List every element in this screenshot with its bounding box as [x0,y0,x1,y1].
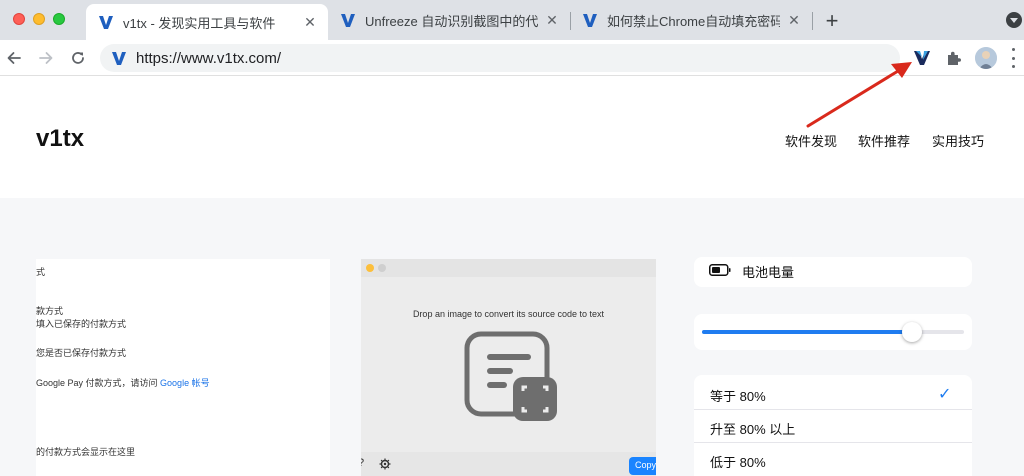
thumbnail-text: 的付款方式会显示在这里 [36,447,136,457]
google-pay-text: Google Pay 付款方式，请访问 [36,378,161,388]
copy-button: Copy [629,457,656,475]
forward-arrow-icon[interactable] [34,46,58,70]
battery-panel: 电池电量 [694,257,972,287]
tab-separator [812,12,813,30]
v1tx-logo-icon [111,50,127,66]
post-list: 式 款方式 填入已保存的付款方式 您是否已保存付款方式 Google Pay 付… [0,198,1024,476]
thumbnail-text: 填入已保存的付款方式 [36,319,127,329]
v1tx-logo-icon [582,12,598,28]
help-icon: ? [361,457,364,469]
drop-instruction: Drop an image to convert its source code… [412,309,605,319]
address-bar[interactable]: https://www.v1tx.com/ [100,44,900,72]
tab-chrome-autofill[interactable]: 如何禁止Chrome自动填充密码、 ✕ [570,0,812,40]
address-url[interactable]: https://www.v1tx.com/ [136,50,281,67]
minimize-window-button[interactable] [33,13,45,25]
battery-label: 电池电量 [742,265,795,280]
tab-strip: v1tx - 发现实用工具与软件 ✕ Unfreeze 自动识别截图中的代码 ✕… [0,0,1024,40]
post-thumbnail-payment-settings[interactable]: 式 款方式 填入已保存的付款方式 您是否已保存付款方式 Google Pay 付… [36,259,330,476]
tab-title: 如何禁止Chrome自动填充密码、 [607,13,780,29]
slider-fill [702,330,912,334]
option-label: 升至 80% 以上 [710,422,796,437]
v1tx-extension-icon[interactable] [911,47,933,69]
tab-unfreeze[interactable]: Unfreeze 自动识别截图中的代码 ✕ [328,0,570,40]
option-equal-80: 等于 80% ✓ [694,377,972,410]
tab-title: v1tx - 发现实用工具与软件 [123,15,276,31]
close-window-button[interactable] [13,13,25,25]
charge-slider [702,330,964,334]
nav-software-recommend[interactable]: 软件推荐 [858,131,910,150]
tab-search-chevron-icon[interactable] [1006,12,1022,28]
browser-toolbar: https://www.v1tx.com/ [0,40,1024,76]
tab-title: Unfreeze 自动识别截图中的代码 [365,13,538,29]
reload-icon[interactable] [66,46,90,70]
battery-icon [709,264,731,276]
tab-close-icon[interactable]: ✕ [544,12,560,28]
thumbnail-text: 您是否已保存付款方式 [36,348,127,358]
site-logo[interactable]: v1tx [36,125,84,153]
checkmark-icon: ✓ [938,386,952,403]
zoom-window-button[interactable] [53,13,65,25]
v1tx-logo-icon [340,12,356,28]
gear-icon [379,458,391,470]
thumbnail-text: Google Pay 付款方式，请访问 Google 帐号 [36,376,210,389]
nav-software-discovery[interactable]: 软件发现 [785,131,837,150]
google-account-link: Google 帐号 [160,378,210,388]
site-header: v1tx 软件发现 软件推荐 实用技巧 [0,77,1024,198]
extensions-puzzle-icon[interactable] [943,47,965,69]
tab-close-icon[interactable]: ✕ [302,14,318,30]
slider-panel [694,314,972,350]
nav-practical-tips[interactable]: 实用技巧 [932,131,984,150]
thumbnail-text: 式 [36,267,46,277]
thumbnail-text: 款方式 [36,306,64,316]
option-below-80: 低于 80% [694,443,972,476]
back-arrow-icon[interactable] [2,46,26,70]
window-dot [366,264,374,272]
slider-thumb [901,322,922,342]
tab-close-icon[interactable]: ✕ [786,12,802,28]
options-panel: 等于 80% ✓ 升至 80% 以上 低于 80% [694,375,972,476]
app-titlebar [361,259,656,277]
option-label: 低于 80% [710,455,766,470]
browser-menu-icon[interactable] [1010,48,1016,68]
image-to-code-icon [464,331,557,421]
tab-v1tx-home[interactable]: v1tx - 发现实用工具与软件 ✕ [86,4,328,40]
new-tab-button[interactable]: + [820,8,844,33]
app-bottombar: ? Copy [361,452,656,476]
profile-avatar[interactable] [975,47,997,69]
post-thumbnail-battery-settings[interactable]: 电池电量 等于 80% ✓ 升至 80% 以上 低于 80% [694,257,972,476]
option-label: 等于 80% [710,389,766,404]
option-above-80: 升至 80% 以上 [694,410,972,443]
window-dot [378,264,386,272]
v1tx-logo-icon [98,14,114,30]
post-thumbnail-unfreeze[interactable]: Drop an image to convert its source code… [361,259,656,476]
